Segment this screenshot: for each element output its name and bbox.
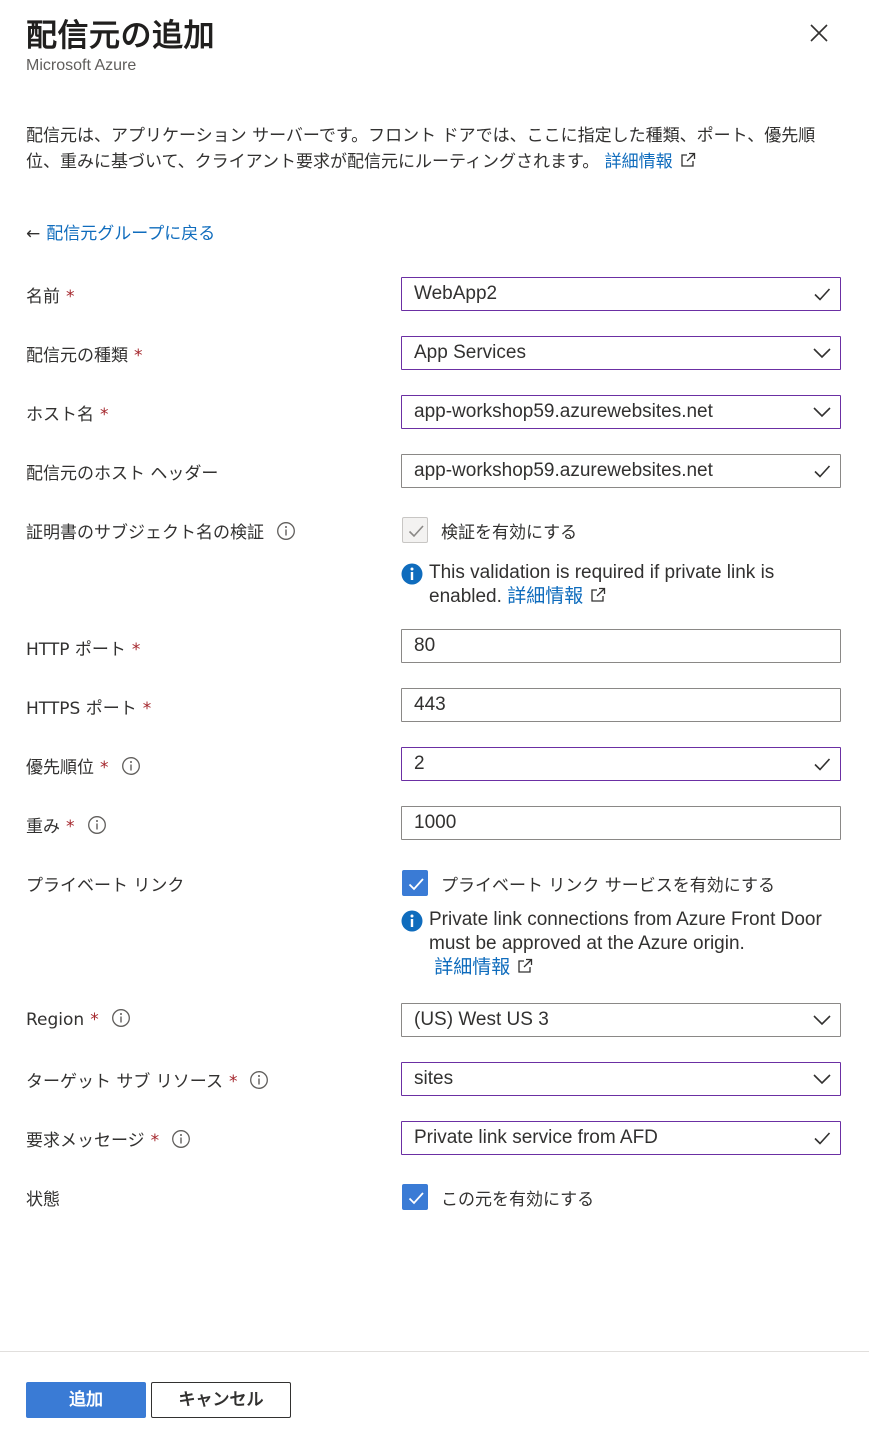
close-icon[interactable] — [806, 20, 832, 46]
add-button[interactable]: 追加 — [26, 1382, 146, 1418]
https-port-input[interactable]: 443 — [401, 688, 841, 722]
host-name-select[interactable]: app-workshop59.azurewebsites.net — [401, 395, 841, 429]
http-port-input[interactable]: 80 — [401, 629, 841, 663]
check-icon — [812, 1128, 832, 1148]
external-link-icon — [589, 586, 607, 604]
private-link-info-note: Private link connections from Azure Fron… — [401, 908, 841, 980]
origin-type-label: 配信元の種類 * — [26, 346, 143, 366]
https-port-label: HTTPS ポート * — [26, 699, 152, 719]
status-label: 状態 — [26, 1190, 60, 1210]
name-label: 名前 * — [26, 287, 75, 307]
http-port-label: HTTP ポート * — [26, 640, 141, 660]
host-header-input[interactable]: app-workshop59.azurewebsites.net — [401, 454, 841, 488]
info-icon[interactable] — [171, 1129, 191, 1149]
info-icon[interactable] — [87, 815, 107, 835]
panel-title: 配信元の追加 — [26, 18, 215, 54]
description: 配信元は、アプリケーション サーバーです。フロント ドアでは、ここに指定した種類… — [26, 123, 846, 175]
cert-check-checkbox — [402, 517, 428, 543]
info-icon[interactable] — [111, 1008, 131, 1028]
region-label: Region * — [26, 1008, 131, 1030]
footer-divider — [0, 1351, 869, 1352]
status-checkbox[interactable] — [402, 1184, 428, 1210]
request-message-input[interactable]: Private link service from AFD — [401, 1121, 841, 1155]
back-to-origin-group-link[interactable]: ← 配信元グループに戻る — [26, 219, 215, 244]
checkmark-icon — [408, 525, 424, 538]
cert-learn-more-link[interactable]: 詳細情報 — [507, 586, 583, 607]
name-input[interactable]: WebApp2 — [401, 277, 841, 311]
check-icon — [812, 754, 832, 774]
cert-check-label: 証明書のサブジェクト名の検証 — [26, 518, 296, 543]
info-filled-icon — [401, 910, 423, 932]
description-text: 配信元は、アプリケーション サーバーです。フロント ドアでは、ここに指定した種類… — [26, 126, 816, 172]
panel-subtitle: Microsoft Azure — [26, 57, 137, 74]
checkmark-icon — [406, 874, 426, 894]
private-link-checkbox-label: プライベート リンク サービスを有効にする — [441, 876, 775, 896]
external-link-icon — [679, 151, 697, 169]
external-link-icon — [516, 957, 534, 975]
cancel-button[interactable]: キャンセル — [151, 1382, 291, 1418]
info-icon[interactable] — [249, 1070, 269, 1090]
private-link-learn-more-link[interactable]: 詳細情報 — [434, 957, 510, 978]
learn-more-link[interactable]: 詳細情報 — [605, 152, 673, 172]
arrow-left-icon: ← — [26, 224, 41, 244]
chevron-down-icon — [812, 1069, 832, 1089]
cert-check-checkbox-label: 検証を有効にする — [441, 523, 578, 543]
target-subresource-label: ターゲット サブ リソース * — [26, 1067, 269, 1092]
chevron-down-icon — [812, 402, 832, 422]
private-link-label: プライベート リンク — [26, 876, 185, 896]
host-header-label: 配信元のホスト ヘッダー — [26, 464, 219, 484]
weight-input[interactable]: 1000 — [401, 806, 841, 840]
target-subresource-select[interactable]: sites — [401, 1062, 841, 1096]
info-filled-icon — [401, 563, 423, 585]
priority-label: 優先順位 * — [26, 753, 141, 778]
checkmark-icon — [406, 1188, 426, 1208]
priority-input[interactable]: 2 — [401, 747, 841, 781]
check-icon — [812, 284, 832, 304]
chevron-down-icon — [812, 343, 832, 363]
status-checkbox-label: この元を有効にする — [441, 1190, 595, 1210]
private-link-checkbox[interactable] — [402, 870, 428, 896]
request-message-label: 要求メッセージ * — [26, 1126, 191, 1151]
cert-check-info-note: This validation is required if private l… — [401, 561, 841, 609]
check-icon — [812, 461, 832, 481]
host-name-label: ホスト名 * — [26, 405, 109, 425]
info-icon[interactable] — [121, 756, 141, 776]
weight-label: 重み * — [26, 812, 107, 837]
chevron-down-icon — [812, 1010, 832, 1030]
info-icon[interactable] — [276, 521, 296, 541]
region-select[interactable]: (US) West US 3 — [401, 1003, 841, 1037]
back-link-label: 配信元グループに戻る — [46, 224, 216, 244]
origin-type-select[interactable]: App Services — [401, 336, 841, 370]
